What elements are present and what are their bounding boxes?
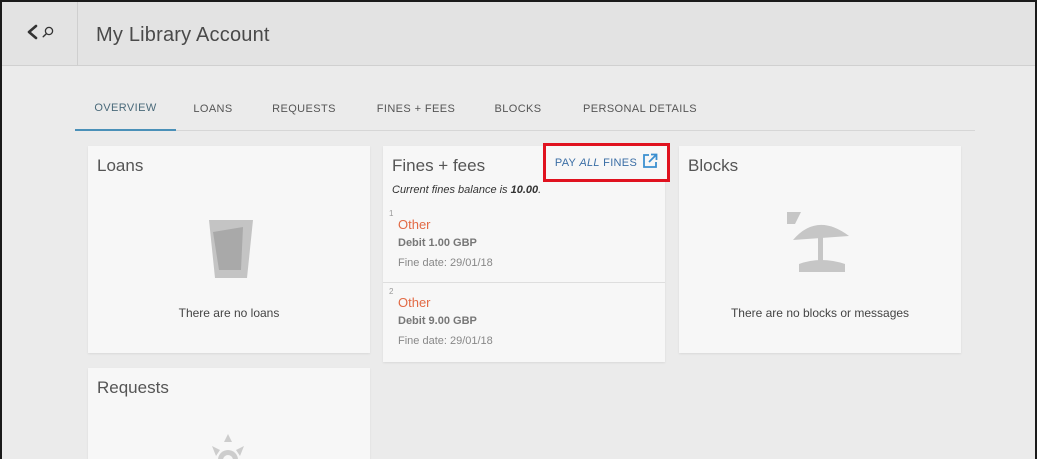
external-link-icon [642,153,658,172]
fine-item[interactable]: 1 Other Debit 1.00 GBP Fine date: 29/01/… [383,206,665,280]
tab-requests[interactable]: REQUESTS [250,90,358,131]
requests-title: Requests [97,378,169,397]
pay-all-fines-link[interactable]: PAY ALL FINES [543,143,670,182]
tab-fines-fees[interactable]: FINES + FEES [358,90,474,131]
fine-type: Other [398,295,431,310]
tab-label: REQUESTS [272,102,336,115]
blocks-card[interactable]: Blocks There are no blocks or messages [679,146,961,353]
loans-card[interactable]: Loans There are no loans [88,146,370,353]
tab-bar: OVERVIEW LOANS REQUESTS FINES + FEES BLO… [75,90,975,131]
tab-label: PERSONAL DETAILS [583,102,697,115]
fines-balance: Current fines balance is 10.00. [392,184,541,196]
tab-blocks[interactable]: BLOCKS [474,90,562,131]
tab-label: LOANS [193,102,233,115]
fine-debit: Debit 9.00 GBP [398,315,477,327]
fine-type: Other [398,217,431,232]
beach-umbrella-icon [783,210,859,283]
sun-icon [206,432,250,459]
header-bar: My Library Account [2,2,1035,66]
pay-all-emphasis: ALL [579,156,600,169]
chevron-left-icon [25,24,39,45]
pay-suffix: FINES [599,156,638,169]
tab-label: BLOCKS [494,102,542,115]
tab-overview[interactable]: OVERVIEW [75,90,176,131]
fine-number: 1 [389,209,394,218]
fine-divider [383,282,665,283]
blocks-empty-text: There are no blocks or messages [730,306,910,320]
tab-loans[interactable]: LOANS [176,90,250,131]
blocks-title: Blocks [688,156,739,175]
page-title: My Library Account [96,24,270,46]
fines-title: Fines + fees [392,156,486,175]
tab-label: FINES + FEES [376,102,456,115]
fine-number: 2 [389,287,394,296]
search-icon [42,25,54,43]
requests-card[interactable]: Requests [88,368,370,459]
loans-empty-text: There are no loans [178,306,280,320]
loans-title: Loans [97,156,144,175]
pay-prefix: PAY [554,156,580,169]
fine-date: Fine date: 29/01/18 [398,335,493,347]
balance-value: 10.00 [510,184,539,196]
fine-date: Fine date: 29/01/18 [398,257,493,269]
pay-all-fines-label: PAY ALL FINES [555,157,637,169]
app-frame: My Library Account OVERVIEW LOANS REQUES… [0,0,1037,459]
fine-item[interactable]: 2 Other Debit 9.00 GBP Fine date: 29/01/… [383,284,665,358]
tab-label: OVERVIEW [94,101,157,114]
tab-personal-details[interactable]: PERSONAL DETAILS [562,90,718,131]
balance-suffix: . [538,184,542,196]
back-search-button[interactable] [2,2,78,66]
fine-debit: Debit 1.00 GBP [398,237,477,249]
balance-prefix: Current fines balance is [392,184,511,196]
cup-icon [207,218,255,285]
